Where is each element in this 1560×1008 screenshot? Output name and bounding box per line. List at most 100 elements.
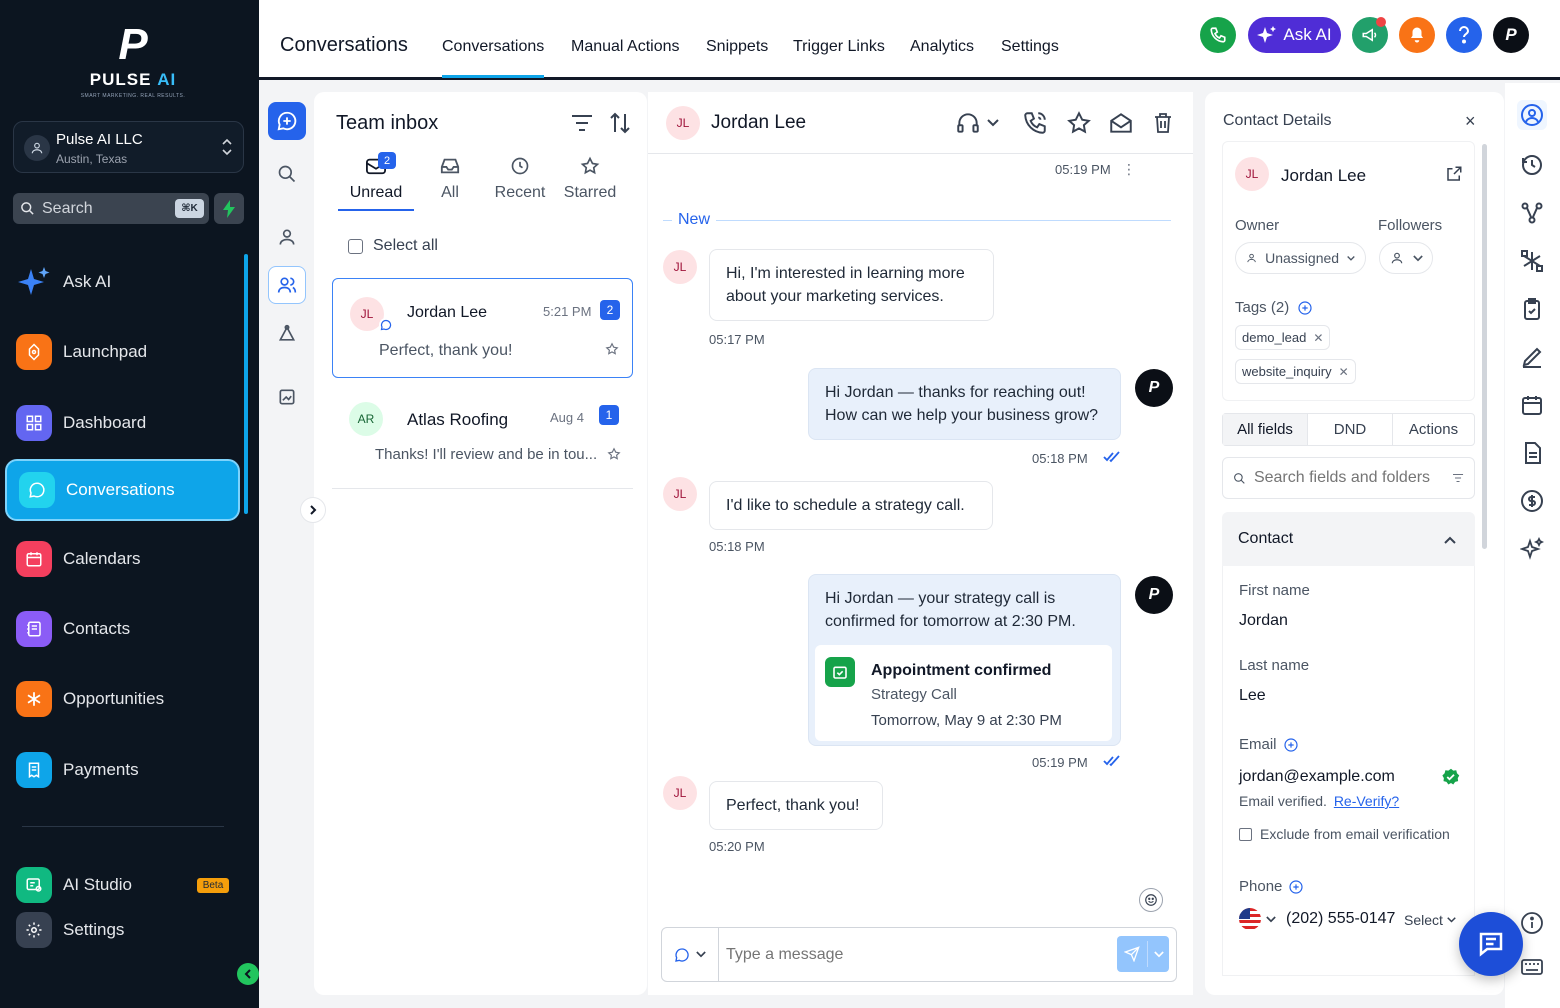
document-icon[interactable] [1517,438,1547,468]
conversation-name: Atlas Roofing [407,410,509,429]
phone-value[interactable]: (202) 555-0147 [1286,910,1395,928]
phone-type-select[interactable]: Select [1404,912,1456,928]
rail-my-inbox-button[interactable] [268,218,306,256]
tab-dnd[interactable]: DND [1307,414,1392,445]
assign-dropdown[interactable] [955,110,999,136]
select-all[interactable]: Select all [348,237,438,255]
call-icon[interactable] [1022,110,1048,136]
inbox-tab-starred[interactable]: Starred [562,156,618,202]
sidebar-scrollbar[interactable] [244,254,248,514]
tab-actions[interactable]: Actions [1392,414,1474,445]
opportunities-icon[interactable] [1517,246,1547,276]
exclude-checkbox[interactable] [1239,827,1252,841]
tab-settings[interactable]: Settings [1001,38,1059,56]
brand-logo[interactable]: P PULSE AI SMART MARKETING. REAL RESULTS… [78,20,188,100]
star-icon[interactable] [1066,110,1092,136]
sidebar-item-contacts[interactable]: Contacts [0,598,259,660]
account-switcher[interactable]: Pulse AI LLC Austin, Texas [13,121,244,173]
select-all-checkbox[interactable] [348,238,363,254]
sidebar-item-launchpad[interactable]: Launchpad [0,321,259,383]
reverify-link[interactable]: Re-Verify? [1334,793,1399,809]
dollar-icon[interactable] [1517,486,1547,516]
remove-tag-icon[interactable]: ✕ [1313,331,1323,345]
plus-circle-icon[interactable] [1297,300,1313,316]
trash-icon[interactable] [1151,110,1175,136]
contact-profile-icon[interactable] [1517,100,1547,130]
more-options-icon[interactable]: ⋮ [1122,161,1136,178]
sidebar-item-dashboard[interactable]: Dashboard [0,392,259,454]
new-message-button[interactable] [268,102,306,140]
chat-contact-name[interactable]: Jordan Lee [711,112,806,134]
owner-select[interactable]: Unassigned [1235,242,1366,274]
list-item-conversation[interactable]: JL Jordan Lee 5:21 PM 2 Perfect, thank y… [332,278,633,378]
remove-tag-icon[interactable]: ✕ [1339,365,1349,379]
notifications-button[interactable] [1399,17,1435,53]
send-options-chevron[interactable] [1148,950,1169,958]
announcements-button[interactable] [1352,17,1388,53]
tab-manual-actions[interactable]: Manual Actions [571,38,680,56]
first-name-value[interactable]: Jordan [1239,612,1288,630]
inbox-tab-all[interactable]: All [432,156,468,202]
tab-analytics[interactable]: Analytics [910,38,974,56]
fields-search[interactable] [1222,457,1475,499]
ask-ai-button[interactable]: Ask AI [1248,17,1341,53]
keyboard-icon[interactable] [1517,952,1547,982]
rail-search-button[interactable] [268,155,306,193]
sidebar-item-settings[interactable]: Settings [0,899,259,961]
history-icon[interactable] [1517,150,1547,180]
inbox-tab-unread[interactable]: 2 Unread [338,152,414,211]
notes-icon[interactable] [1517,342,1547,372]
country-code-select[interactable] [1239,908,1276,930]
followers-select[interactable] [1379,242,1433,274]
rail-workflows-button[interactable] [268,315,306,353]
details-scrollbar[interactable] [1482,144,1487,549]
message-input[interactable] [726,942,1106,968]
close-icon[interactable]: × [1465,111,1476,132]
tab-conversations[interactable]: Conversations [442,38,545,78]
send-button[interactable] [1117,936,1169,972]
emoji-icon[interactable] [1139,888,1163,912]
calendar-icon[interactable] [1517,390,1547,420]
external-link-icon[interactable] [1445,165,1463,183]
tasks-icon[interactable] [1517,294,1547,324]
collapse-sidebar-button[interactable] [237,963,259,985]
plus-circle-icon[interactable] [1283,737,1299,753]
tag-chip[interactable]: demo_lead ✕ [1235,325,1331,350]
star-icon[interactable] [607,447,621,461]
inbox-tab-recent[interactable]: Recent [492,156,548,202]
sidebar-item-payments[interactable]: Payments [0,739,259,801]
profile-avatar[interactable]: P [1493,17,1529,53]
list-item-conversation[interactable]: AR Atlas Roofing Aug 4 1 Thanks! I'll re… [332,388,633,488]
workflow-icon[interactable] [1517,198,1547,228]
sidebar-item-ask-ai[interactable]: Ask AI [0,251,259,313]
sidebar-item-calendars[interactable]: Calendars [0,528,259,590]
mark-read-icon[interactable] [1108,110,1134,136]
plus-circle-icon[interactable] [1288,879,1304,895]
phone-button[interactable] [1200,17,1236,53]
exclude-verification[interactable]: Exclude from email verification [1239,826,1450,842]
tag-chip[interactable]: website_inquiry ✕ [1235,359,1356,384]
rail-team-inbox-button[interactable] [268,266,306,304]
sparkle-icon[interactable] [1517,534,1547,564]
select-all-label: Select all [373,237,438,254]
appointment-card[interactable]: Appointment confirmed Strategy Call Tomo… [815,645,1112,741]
star-icon[interactable] [605,342,619,356]
contact-section-header[interactable]: Contact [1222,512,1475,566]
filter-icon[interactable] [1452,472,1464,484]
sort-icon[interactable] [608,110,632,136]
fields-search-input[interactable] [1253,469,1444,487]
chat-widget-button[interactable] [1459,912,1523,976]
last-name-value[interactable]: Lee [1239,687,1266,705]
rail-reports-button[interactable] [268,378,306,416]
channel-selector[interactable] [662,928,719,981]
tab-snippets[interactable]: Snippets [706,38,768,56]
expand-panel-button[interactable] [300,497,326,523]
tab-all-fields[interactable]: All fields [1223,414,1307,445]
filter-icon[interactable] [570,112,594,134]
email-value[interactable]: jordan@example.com [1239,768,1395,786]
sidebar-item-opportunities[interactable]: Opportunities [0,668,259,730]
tab-trigger-links[interactable]: Trigger Links [793,38,885,56]
sidebar-item-conversations[interactable]: Conversations [5,459,240,521]
quick-actions-button[interactable] [214,193,244,224]
help-button[interactable] [1446,17,1482,53]
